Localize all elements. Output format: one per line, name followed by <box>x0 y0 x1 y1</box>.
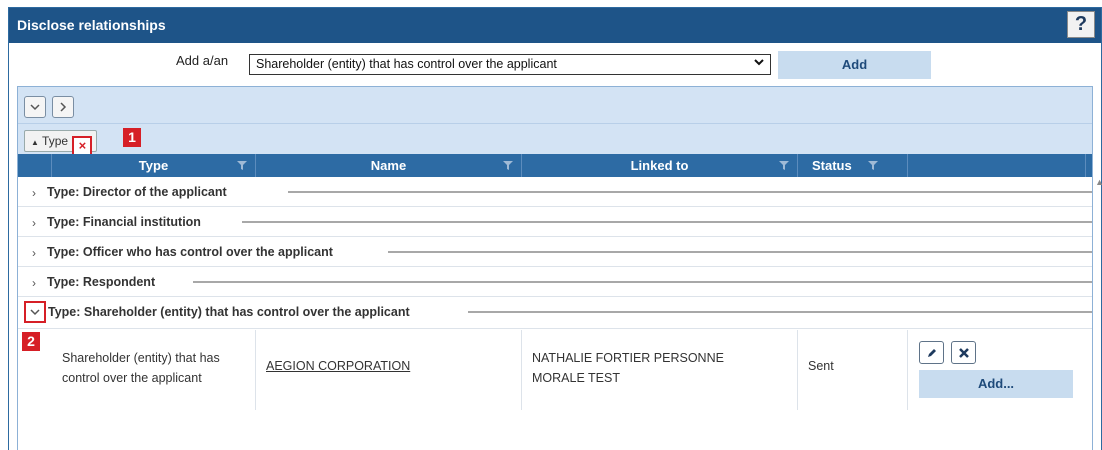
add-relationship-row: Add a/an Shareholder (entity) that has c… <box>9 43 1101 86</box>
filter-icon[interactable] <box>503 161 513 170</box>
group-label: Type: Financial institution <box>47 215 207 229</box>
disclose-relationships-panel: Disclose relationships ? Add a/an Shareh… <box>8 7 1102 450</box>
group-label: Type: Shareholder (entity) that has cont… <box>48 305 416 319</box>
selected-option: Shareholder (entity) that has control ov… <box>256 57 557 71</box>
group-label: Type: Director of the applicant <box>47 185 233 199</box>
cell-type-line1: Shareholder (entity) that has <box>62 351 220 365</box>
close-icon: × <box>78 138 87 153</box>
group-row-shareholder[interactable]: Type: Shareholder (entity) that has cont… <box>18 297 1092 329</box>
delete-icon <box>958 348 969 358</box>
chevron-right-icon[interactable]: › <box>32 216 36 230</box>
grid-body: ▲ › Type: Director of the applicant › Ty… <box>18 177 1102 450</box>
column-type-label: Type <box>138 158 169 173</box>
column-header-linked-to[interactable]: Linked to <box>522 154 798 177</box>
column-header-name[interactable]: Name <box>256 154 522 177</box>
filter-icon[interactable] <box>237 161 247 170</box>
cell-type-line2: control over the applicant <box>62 371 202 385</box>
group-divider <box>242 221 1092 223</box>
title-bar: Disclose relationships ? <box>9 8 1101 43</box>
group-divider <box>288 191 1092 193</box>
sort-asc-icon: ▲ <box>31 138 39 147</box>
help-button[interactable]: ? <box>1067 11 1095 38</box>
group-divider <box>193 281 1092 283</box>
group-row-respondent[interactable]: › Type: Respondent <box>18 267 1092 297</box>
linked-line2: MORALE TEST <box>532 371 620 385</box>
filter-icon[interactable] <box>779 161 789 170</box>
add-related-button[interactable]: Add... <box>919 370 1073 398</box>
filter-icon[interactable] <box>868 161 878 170</box>
group-divider <box>468 311 1092 313</box>
add-label: Add a/an <box>176 53 229 68</box>
callout-badge-1: 1 <box>123 128 141 147</box>
chevron-down-icon <box>30 104 40 111</box>
column-status-label: Status <box>812 158 852 173</box>
group-label: Type: Respondent <box>47 275 162 289</box>
cell-type: Shareholder (entity) that has control ov… <box>52 330 256 410</box>
group-row-officer[interactable]: › Type: Officer who has control over the… <box>18 237 1092 267</box>
grid-header: Type Name Linked to Status <box>18 154 1092 177</box>
chevron-right-icon <box>60 102 67 112</box>
column-header-status[interactable]: Status <box>798 154 908 177</box>
chevron-right-icon[interactable]: › <box>32 276 36 290</box>
grid-toolbar <box>18 87 1092 124</box>
column-linked-label: Linked to <box>630 158 689 173</box>
group-by-row: ▲ Type × 1 <box>18 124 1092 156</box>
table-row: Shareholder (entity) that has control ov… <box>18 330 1092 410</box>
collapse-all-button[interactable] <box>52 96 74 118</box>
header-spacer <box>18 154 52 177</box>
cell-status: Sent <box>798 330 908 410</box>
expand-all-button[interactable] <box>24 96 46 118</box>
delete-button[interactable] <box>951 341 976 364</box>
group-label: Type: Officer who has control over the a… <box>47 245 339 259</box>
group-row-financial[interactable]: › Type: Financial institution <box>18 207 1092 237</box>
help-icon: ? <box>1074 13 1088 35</box>
relationships-grid: ▲ Type × 1 Type Name Linked to Status ▲ … <box>17 86 1102 450</box>
status-text: Sent <box>808 359 834 373</box>
entity-name-link[interactable]: AEGION CORPORATION <box>266 359 410 373</box>
chevron-down-icon <box>754 57 764 69</box>
chevron-down-icon <box>30 309 40 316</box>
chevron-right-icon[interactable]: › <box>32 246 36 260</box>
cell-actions: Add... <box>908 330 1092 410</box>
edit-icon <box>927 349 936 357</box>
linked-line1: NATHALIE FORTIER PERSONNE <box>532 351 724 365</box>
column-header-actions <box>908 154 1086 177</box>
group-divider <box>388 251 1092 253</box>
relationship-type-select[interactable]: Shareholder (entity) that has control ov… <box>249 54 771 75</box>
edit-button[interactable] <box>919 341 944 364</box>
remove-grouping-button[interactable]: × <box>72 136 93 156</box>
column-header-type[interactable]: Type <box>52 154 256 177</box>
panel-title: Disclose relationships <box>17 17 166 33</box>
group-chip-type[interactable]: ▲ Type × <box>24 130 98 156</box>
cell-name: AEGION CORPORATION <box>256 330 522 410</box>
chevron-right-icon[interactable]: › <box>32 186 36 200</box>
cell-linked-to: NATHALIE FORTIER PERSONNE MORALE TEST <box>522 330 798 410</box>
expand-group-button[interactable] <box>24 301 46 323</box>
group-row-director[interactable]: › Type: Director of the applicant <box>18 177 1092 207</box>
add-button[interactable]: Add <box>778 51 931 79</box>
group-chip-label: Type <box>42 134 69 148</box>
column-name-label: Name <box>370 158 407 173</box>
scroll-up-icon[interactable]: ▲ <box>1095 177 1102 187</box>
